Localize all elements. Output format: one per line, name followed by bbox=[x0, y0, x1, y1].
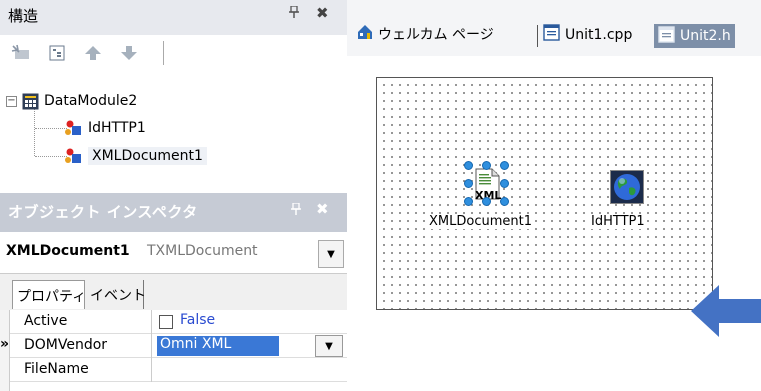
selection-handle[interactable] bbox=[482, 197, 491, 206]
tab-label: ウェルカム ページ bbox=[378, 27, 494, 43]
tree-item-label: IdHTTP1 bbox=[88, 120, 146, 136]
tree-guide-line bbox=[34, 107, 35, 156]
property-grid: Active False » DOMVendor Omni XML ▼ File… bbox=[0, 310, 347, 391]
arrow-down-icon[interactable] bbox=[118, 42, 140, 64]
selected-object-type: TXMLDocument bbox=[147, 243, 258, 259]
component-label: XMLDocument1 bbox=[429, 214, 532, 229]
home-icon bbox=[357, 24, 373, 44]
document-icon bbox=[658, 25, 675, 47]
new-item-icon[interactable] bbox=[10, 42, 32, 64]
tree-item-xmldocument1[interactable]: XMLDocument1 bbox=[64, 144, 207, 168]
component-icon bbox=[64, 120, 84, 136]
tab-unit1-cpp[interactable]: Unit1.cpp bbox=[543, 24, 632, 45]
selection-handle[interactable] bbox=[500, 197, 509, 206]
data-module-icon bbox=[22, 93, 39, 110]
tree-guide-line bbox=[35, 128, 67, 129]
tree-item-idhttp1[interactable]: IdHTTP1 bbox=[64, 116, 146, 140]
active-checkbox[interactable] bbox=[159, 315, 173, 329]
property-row-domvendor[interactable]: » DOMVendor Omni XML ▼ bbox=[0, 334, 347, 358]
arrow-left-icon bbox=[691, 285, 761, 337]
structure-tree: − DataModule2 IdHTTP1 XMLDocument1 bbox=[0, 85, 347, 193]
tree-item-label: DataModule2 bbox=[44, 93, 138, 109]
chevron-down-icon[interactable]: ▼ bbox=[315, 335, 343, 357]
xmldocument1-component[interactable]: XML bbox=[464, 161, 509, 206]
component-label: IdHTTP1 bbox=[591, 214, 645, 229]
selection-handle[interactable] bbox=[500, 179, 509, 188]
editor-tab-bar: ウェルカム ページ Unit1.cpp Unit2.h bbox=[347, 0, 761, 56]
property-value[interactable] bbox=[153, 358, 347, 382]
tab-unit2-h[interactable]: Unit2.h bbox=[654, 24, 735, 48]
tab-events[interactable]: イベント bbox=[86, 280, 146, 309]
structure-panel-title-bar: 構造 ✖ bbox=[0, 0, 347, 35]
tree-item-datamodule2[interactable]: − DataModule2 bbox=[6, 89, 137, 113]
tree-view-icon[interactable] bbox=[46, 42, 68, 64]
globe-icon bbox=[610, 170, 644, 208]
tab-properties[interactable]: プロパティ bbox=[12, 280, 86, 309]
pin-icon[interactable] bbox=[291, 202, 301, 218]
property-name: DOMVendor bbox=[10, 334, 152, 358]
arrow-up-icon[interactable] bbox=[82, 42, 104, 64]
object-inspector-title-bar: オブジェクト インスペクタ ✖ bbox=[0, 193, 347, 232]
idhttp1-component[interactable] bbox=[610, 170, 646, 206]
tab-label: Unit2.h bbox=[680, 28, 731, 44]
tab-welcome-page[interactable]: ウェルカム ページ bbox=[357, 24, 494, 44]
current-row-marker: » bbox=[0, 336, 10, 352]
document-icon bbox=[543, 24, 560, 45]
selection-handle[interactable] bbox=[500, 161, 509, 170]
property-name: FileName bbox=[10, 358, 152, 382]
component-icon bbox=[64, 148, 84, 164]
tree-guide-line bbox=[35, 156, 67, 157]
selection-handle[interactable] bbox=[464, 179, 473, 188]
tab-label: Unit1.cpp bbox=[565, 26, 633, 43]
tab-separator bbox=[537, 25, 538, 47]
data-module-surface[interactable]: XML XMLDocument1 IdHTTP1 bbox=[376, 77, 713, 310]
selected-object-name: XMLDocument1 bbox=[6, 243, 130, 259]
collapse-icon[interactable]: − bbox=[6, 95, 17, 107]
domvendor-combo[interactable]: Omni XML bbox=[157, 336, 279, 356]
close-icon[interactable]: ✖ bbox=[316, 4, 329, 22]
property-row-filename[interactable]: FileName bbox=[10, 358, 347, 382]
structure-toolbar bbox=[0, 35, 347, 85]
structure-panel-title: 構造 bbox=[8, 7, 39, 25]
pin-icon[interactable] bbox=[289, 5, 299, 21]
property-row-active[interactable]: Active False bbox=[10, 310, 347, 334]
property-value-text: False bbox=[180, 312, 216, 328]
tree-item-label: XMLDocument1 bbox=[88, 147, 207, 165]
object-inspector-title: オブジェクト インスペクタ bbox=[8, 203, 198, 221]
object-selector[interactable]: XMLDocument1 TXMLDocument ▼ bbox=[0, 232, 347, 274]
structure-panel: 構造 ✖ − DataModule2 IdHTTP1 XMLDocument1 bbox=[0, 0, 347, 193]
property-value[interactable]: Omni XML ▼ bbox=[153, 334, 347, 358]
property-value[interactable]: False bbox=[153, 310, 347, 334]
selection-handle[interactable] bbox=[464, 197, 473, 206]
close-icon[interactable]: ✖ bbox=[316, 200, 329, 218]
selection-handle[interactable] bbox=[482, 161, 491, 170]
toolbar-separator bbox=[163, 41, 164, 65]
property-name: Active bbox=[10, 310, 152, 334]
selection-handle[interactable] bbox=[464, 161, 473, 170]
chevron-down-icon[interactable]: ▼ bbox=[318, 240, 344, 268]
object-inspector-tabs: プロパティ イベント bbox=[0, 274, 347, 310]
